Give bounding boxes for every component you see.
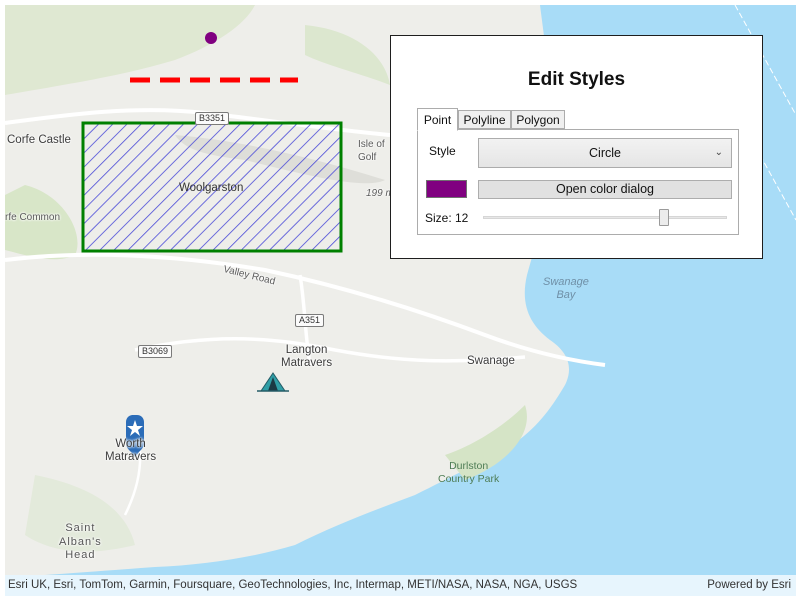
place-label-woolgarston: Woolgarston: [179, 182, 244, 194]
place-label-langton-matravers: Langton Matravers: [281, 344, 333, 369]
place-label-corfe-castle: Corfe Castle: [7, 134, 71, 146]
point-tab-content: Style Circle ⌄ Open color dialog Size: 1…: [417, 129, 739, 235]
tab-point[interactable]: Point: [417, 108, 458, 131]
water-label-swanage-bay: Swanage Bay: [543, 276, 589, 301]
place-label-st-albans-head: Saint Alban's Head: [59, 522, 102, 561]
powered-by-esri[interactable]: Powered by Esri: [707, 575, 791, 596]
ferry-line: [759, 154, 796, 221]
place-label-corfe-common: rfe Common: [5, 212, 61, 223]
place-label-worth-matravers: Worth Matravers: [105, 438, 157, 463]
attribution-bar: Esri UK, Esri, TomTom, Garmin, Foursquar…: [5, 575, 796, 596]
panel-title: Edit Styles: [527, 69, 626, 90]
style-label: Style: [429, 144, 456, 158]
edit-styles-panel: Edit Styles Point Polyline Polygon Style…: [390, 35, 763, 259]
tab-polyline[interactable]: Polyline: [458, 110, 511, 129]
color-swatch: [426, 180, 467, 198]
open-color-dialog-button[interactable]: Open color dialog: [478, 180, 732, 199]
size-slider-track[interactable]: [483, 216, 727, 219]
size-slider-thumb[interactable]: [658, 209, 669, 226]
place-label-swanage: Swanage: [467, 355, 515, 367]
style-dropdown-value: Circle: [589, 146, 621, 160]
tab-polygon[interactable]: Polygon: [511, 110, 565, 129]
park-label-durlston: Durlston Country Park: [438, 460, 500, 485]
point-graphic: [205, 32, 217, 44]
chevron-down-icon: ⌄: [714, 147, 723, 158]
size-label: Size: 12: [425, 211, 469, 225]
attribution-sources: Esri UK, Esri, TomTom, Garmin, Foursquar…: [8, 579, 578, 591]
road-shield-b3351: B3351: [195, 112, 230, 125]
place-label-isle-of-golf: Isle of Golf: [358, 139, 385, 163]
road-shield-b3069: B3069: [138, 345, 173, 358]
road-shield-a351: A351: [295, 314, 325, 327]
style-dropdown[interactable]: Circle ⌄: [478, 138, 732, 168]
